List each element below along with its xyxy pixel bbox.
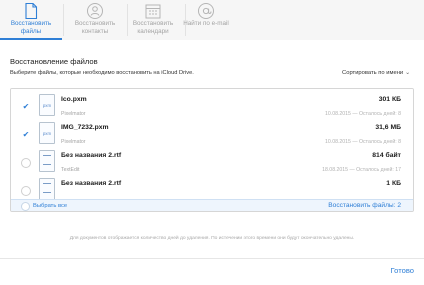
file-size: 1 КБ — [386, 180, 401, 187]
text-lines-icon — [43, 155, 51, 165]
sort-label: Сортировать по имени — [342, 70, 404, 76]
page-title: Восстановление файлов — [10, 57, 98, 66]
tab-restore-contacts[interactable]: Восстановить контакты — [64, 0, 126, 40]
select-all-link[interactable]: Выбрать все — [33, 203, 67, 209]
file-name: Без названия 2.rtf — [61, 152, 122, 159]
tab-label: Восстановить файлы — [10, 20, 52, 35]
retention-note: Для документов отображается количество д… — [69, 236, 355, 241]
restore-files-button[interactable]: Восстановить файлы: 2 — [328, 202, 401, 209]
row-checkbox[interactable] — [21, 158, 31, 168]
contacts-icon — [87, 3, 103, 19]
file-size: 31,6 МБ — [375, 124, 401, 131]
tab-label: Восстановить контакты — [74, 20, 116, 35]
at-sign-icon — [198, 3, 214, 19]
file-type-label: pxm — [42, 131, 52, 136]
instructions-text: Выберите файлы, которые необходимо восст… — [10, 70, 194, 76]
file-name: Без названия 2.rtf — [61, 180, 122, 187]
row-checkbox[interactable]: ✔ — [21, 130, 31, 140]
file-type-label: pxm — [42, 103, 52, 108]
file-list: ✔ pxm Ico.pxm Pixelmator 301 КБ 10.08.20… — [10, 88, 414, 212]
document-icon — [25, 2, 38, 20]
file-size: 814 байт — [372, 152, 401, 159]
pxm-file-icon: pxm — [39, 122, 55, 144]
file-name: Ico.pxm — [61, 96, 87, 103]
select-all-checkbox[interactable] — [21, 202, 30, 211]
toolbar: Восстановить файлы Восстановить контакты… — [0, 0, 424, 40]
list-footer: Выбрать все Восстановить файлы: 2 — [11, 199, 413, 211]
file-name: IMG_7232.pxm — [61, 124, 109, 131]
chevron-down-icon: ⌄ — [405, 70, 410, 76]
tab-restore-files[interactable]: Восстановить файлы — [0, 0, 62, 40]
tab-find-by-email[interactable]: Найти по e-mail — [175, 0, 237, 40]
done-button[interactable]: Готово — [391, 266, 414, 275]
rtf-file-icon — [39, 178, 55, 200]
sort-dropdown[interactable]: Сортировать по имени ⌄ — [342, 70, 410, 76]
row-checkbox[interactable] — [21, 186, 31, 196]
text-lines-icon — [43, 183, 51, 193]
file-size: 301 КБ — [378, 96, 401, 103]
pxm-file-icon: pxm — [39, 94, 55, 116]
divider — [0, 258, 424, 259]
calendar-icon — [145, 4, 161, 19]
row-checkbox[interactable]: ✔ — [21, 102, 31, 112]
tab-label: Найти по e-mail — [183, 20, 229, 27]
rtf-file-icon — [39, 150, 55, 172]
